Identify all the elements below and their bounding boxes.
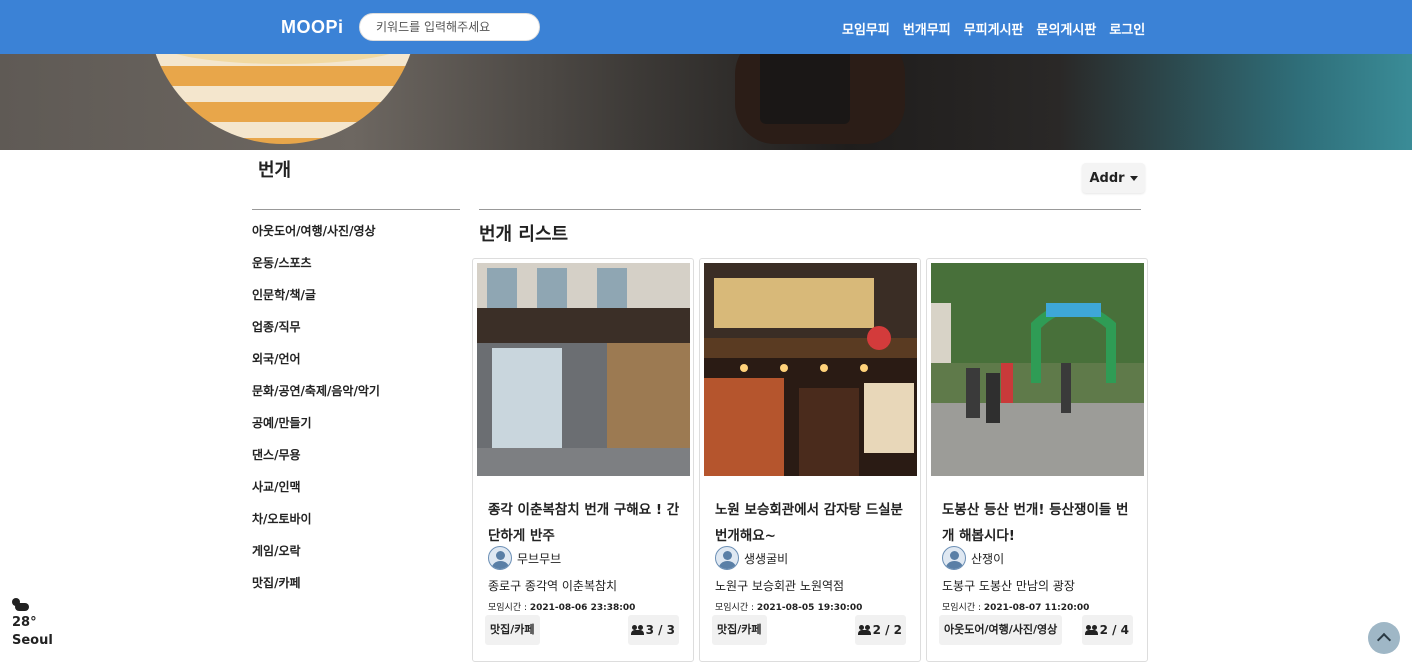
- card-title[interactable]: 노원 보승회관에서 감자탕 드실분 번개해요~: [715, 497, 911, 549]
- logo[interactable]: MOOPi: [281, 17, 344, 38]
- time-label: 모임시간 :: [488, 603, 530, 613]
- member-count: 2 / 2: [854, 615, 906, 645]
- member-count-value: 2 / 4: [1099, 623, 1129, 637]
- card-author: 무브무브: [488, 546, 561, 570]
- time-value: 2021-08-07 11:20:00: [983, 603, 1090, 613]
- member-count-value: 2 / 2: [872, 623, 902, 637]
- nav-moim[interactable]: 모임무피: [842, 19, 890, 38]
- sidebar-item-culture[interactable]: 문화/공연/축제/음악/악기: [252, 382, 380, 414]
- nav-links: 모임무피 번개무피 무피게시판 문의게시판 로그인: [842, 19, 1145, 38]
- card-thumbnail: [704, 263, 917, 476]
- time-label: 모임시간 :: [942, 603, 984, 613]
- people-icon: [630, 625, 644, 635]
- cloud-sun-icon: [12, 598, 30, 612]
- hero-banner: [0, 54, 1412, 150]
- weather-widget: 28° Seoul: [12, 598, 53, 650]
- sidebar-item-dance[interactable]: 댄스/무용: [252, 446, 380, 478]
- card-list: 종각 이춘복참치 번개 구해요 ! 간단하게 반주 무브무브 종로구 종각역 이…: [472, 258, 1148, 662]
- card-title[interactable]: 종각 이춘복참치 번개 구해요 ! 간단하게 반주: [488, 497, 684, 549]
- addr-label: Addr: [1089, 170, 1125, 186]
- sidebar-divider: [252, 209, 460, 210]
- card-place: 도봉구 도봉산 만남의 광장: [942, 579, 1075, 593]
- author-name: 산쟁이: [971, 551, 1005, 566]
- meetup-card[interactable]: 도봉산 등산 번개! 등산쟁이들 번개 해봅시다! 산쟁이 도봉구 도봉산 만남…: [926, 258, 1148, 662]
- card-place: 노원구 보승회관 노원역점: [715, 579, 845, 593]
- avatar-icon: [715, 546, 739, 570]
- people-icon: [857, 625, 871, 635]
- caret-down-icon: [1129, 175, 1138, 181]
- time-label: 모임시간 :: [715, 603, 757, 613]
- list-divider: [479, 209, 1141, 210]
- time-value: 2021-08-05 19:30:00: [756, 603, 863, 613]
- sidebar-item-crafts[interactable]: 공예/만들기: [252, 414, 380, 446]
- people-icon: [1084, 625, 1098, 635]
- weather-city: Seoul: [12, 633, 53, 648]
- category-tag: 아웃도어/여행/사진/영상: [939, 615, 1063, 645]
- nav-bungae[interactable]: 번개무피: [903, 19, 951, 38]
- author-name: 생생굴비: [744, 551, 789, 566]
- page-title: 번개: [258, 160, 292, 181]
- card-thumbnail: [477, 263, 690, 476]
- category-sidebar: 아웃도어/여행/사진/영상 운동/스포츠 인문학/책/글 업종/직무 외국/언어…: [252, 222, 380, 606]
- search-input[interactable]: [359, 13, 540, 41]
- member-count: 3 / 3: [627, 615, 679, 645]
- nav-board[interactable]: 무피게시판: [964, 19, 1024, 38]
- card-time: 모임시간 : 2021-08-05 19:30:00: [715, 600, 862, 613]
- time-value: 2021-08-06 23:38:00: [529, 603, 636, 613]
- list-title: 번개 리스트: [479, 224, 569, 245]
- top-navbar: MOOPi 모임무피 번개무피 무피게시판 문의게시판 로그인: [0, 0, 1412, 54]
- sidebar-item-social[interactable]: 사교/인맥: [252, 478, 380, 510]
- member-count: 2 / 4: [1081, 615, 1133, 645]
- scroll-top-button[interactable]: [1368, 622, 1400, 654]
- card-author: 생생굴비: [715, 546, 788, 570]
- meetup-card[interactable]: 노원 보승회관에서 감자탕 드실분 번개해요~ 생생굴비 노원구 보승회관 노원…: [699, 258, 921, 662]
- sidebar-item-jobs[interactable]: 업종/직무: [252, 318, 380, 350]
- avatar-icon: [942, 546, 966, 570]
- card-place: 종로구 종각역 이춘복참치: [488, 579, 618, 593]
- weather-temp: 28°: [12, 615, 37, 630]
- hero-popcorn-bowl: [148, 54, 418, 144]
- category-tag: 맛집/카페: [712, 615, 767, 645]
- card-time: 모임시간 : 2021-08-07 11:20:00: [942, 600, 1089, 613]
- card-title[interactable]: 도봉산 등산 번개! 등산쟁이들 번개 해봅시다!: [942, 497, 1138, 549]
- card-time: 모임시간 : 2021-08-06 23:38:00: [488, 600, 635, 613]
- addr-dropdown-button[interactable]: Addr: [1082, 163, 1145, 193]
- nav-login[interactable]: 로그인: [1109, 19, 1145, 38]
- sidebar-item-sports[interactable]: 운동/스포츠: [252, 254, 380, 286]
- hero-cup: [760, 54, 850, 124]
- sidebar-item-outdoor[interactable]: 아웃도어/여행/사진/영상: [252, 222, 380, 254]
- sidebar-item-games[interactable]: 게임/오락: [252, 542, 380, 574]
- member-count-value: 3 / 3: [645, 623, 675, 637]
- avatar-icon: [488, 546, 512, 570]
- category-tag: 맛집/카페: [485, 615, 540, 645]
- sidebar-item-humanities[interactable]: 인문학/책/글: [252, 286, 380, 318]
- author-name: 무브무브: [517, 551, 562, 566]
- card-thumbnail: [931, 263, 1144, 476]
- sidebar-item-language[interactable]: 외국/언어: [252, 350, 380, 382]
- sidebar-item-cars[interactable]: 차/오토바이: [252, 510, 380, 542]
- sidebar-item-food[interactable]: 맛집/카페: [252, 574, 380, 606]
- card-author: 산쟁이: [942, 546, 1004, 570]
- nav-inquiry[interactable]: 문의게시판: [1037, 19, 1097, 38]
- meetup-card[interactable]: 종각 이춘복참치 번개 구해요 ! 간단하게 반주 무브무브 종로구 종각역 이…: [472, 258, 694, 662]
